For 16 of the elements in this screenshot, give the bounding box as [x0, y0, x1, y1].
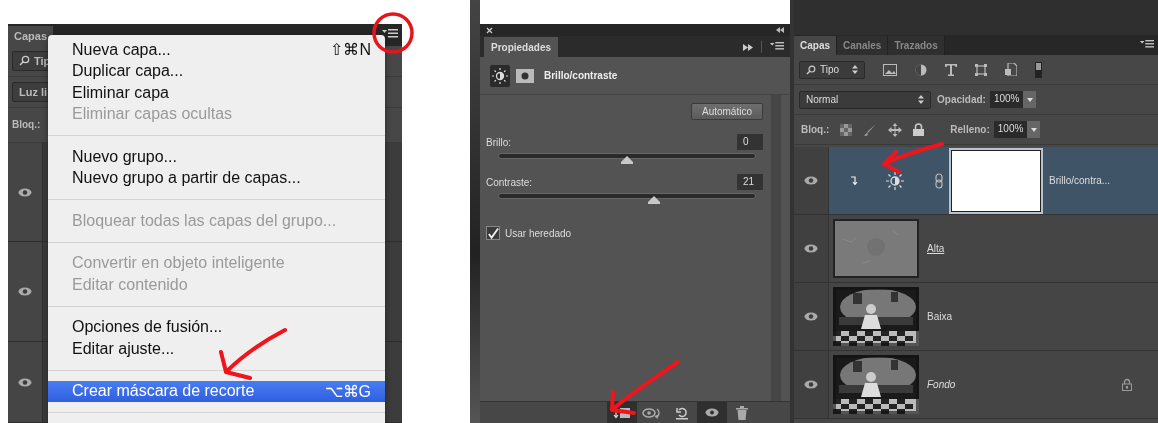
shortcut-label: ⌥⌘G: [324, 381, 371, 401]
lock-label: Bloq.:: [801, 124, 830, 135]
checkbox-label: Usar heredado: [505, 227, 572, 239]
filter-value: Tipo: [820, 64, 841, 75]
layer-name: Baixa: [927, 311, 952, 322]
fill-label: Relleno:: [950, 124, 990, 135]
layer-name: Fondo: [927, 379, 956, 390]
slider-label: Brillo:: [486, 136, 511, 148]
lock-label: Bloq.:: [12, 119, 41, 131]
adjustment-title: Brillo/contraste: [544, 70, 618, 81]
layer-name: Alta: [927, 243, 945, 254]
opacity-label: Opacidad:: [937, 94, 986, 105]
slider-label: Contraste:: [486, 176, 533, 188]
shortcut-label: ⇧⌘N: [330, 40, 371, 60]
blend-mode-value: Normal: [806, 94, 840, 105]
layer-name: Brillo/contra...: [1049, 175, 1111, 186]
